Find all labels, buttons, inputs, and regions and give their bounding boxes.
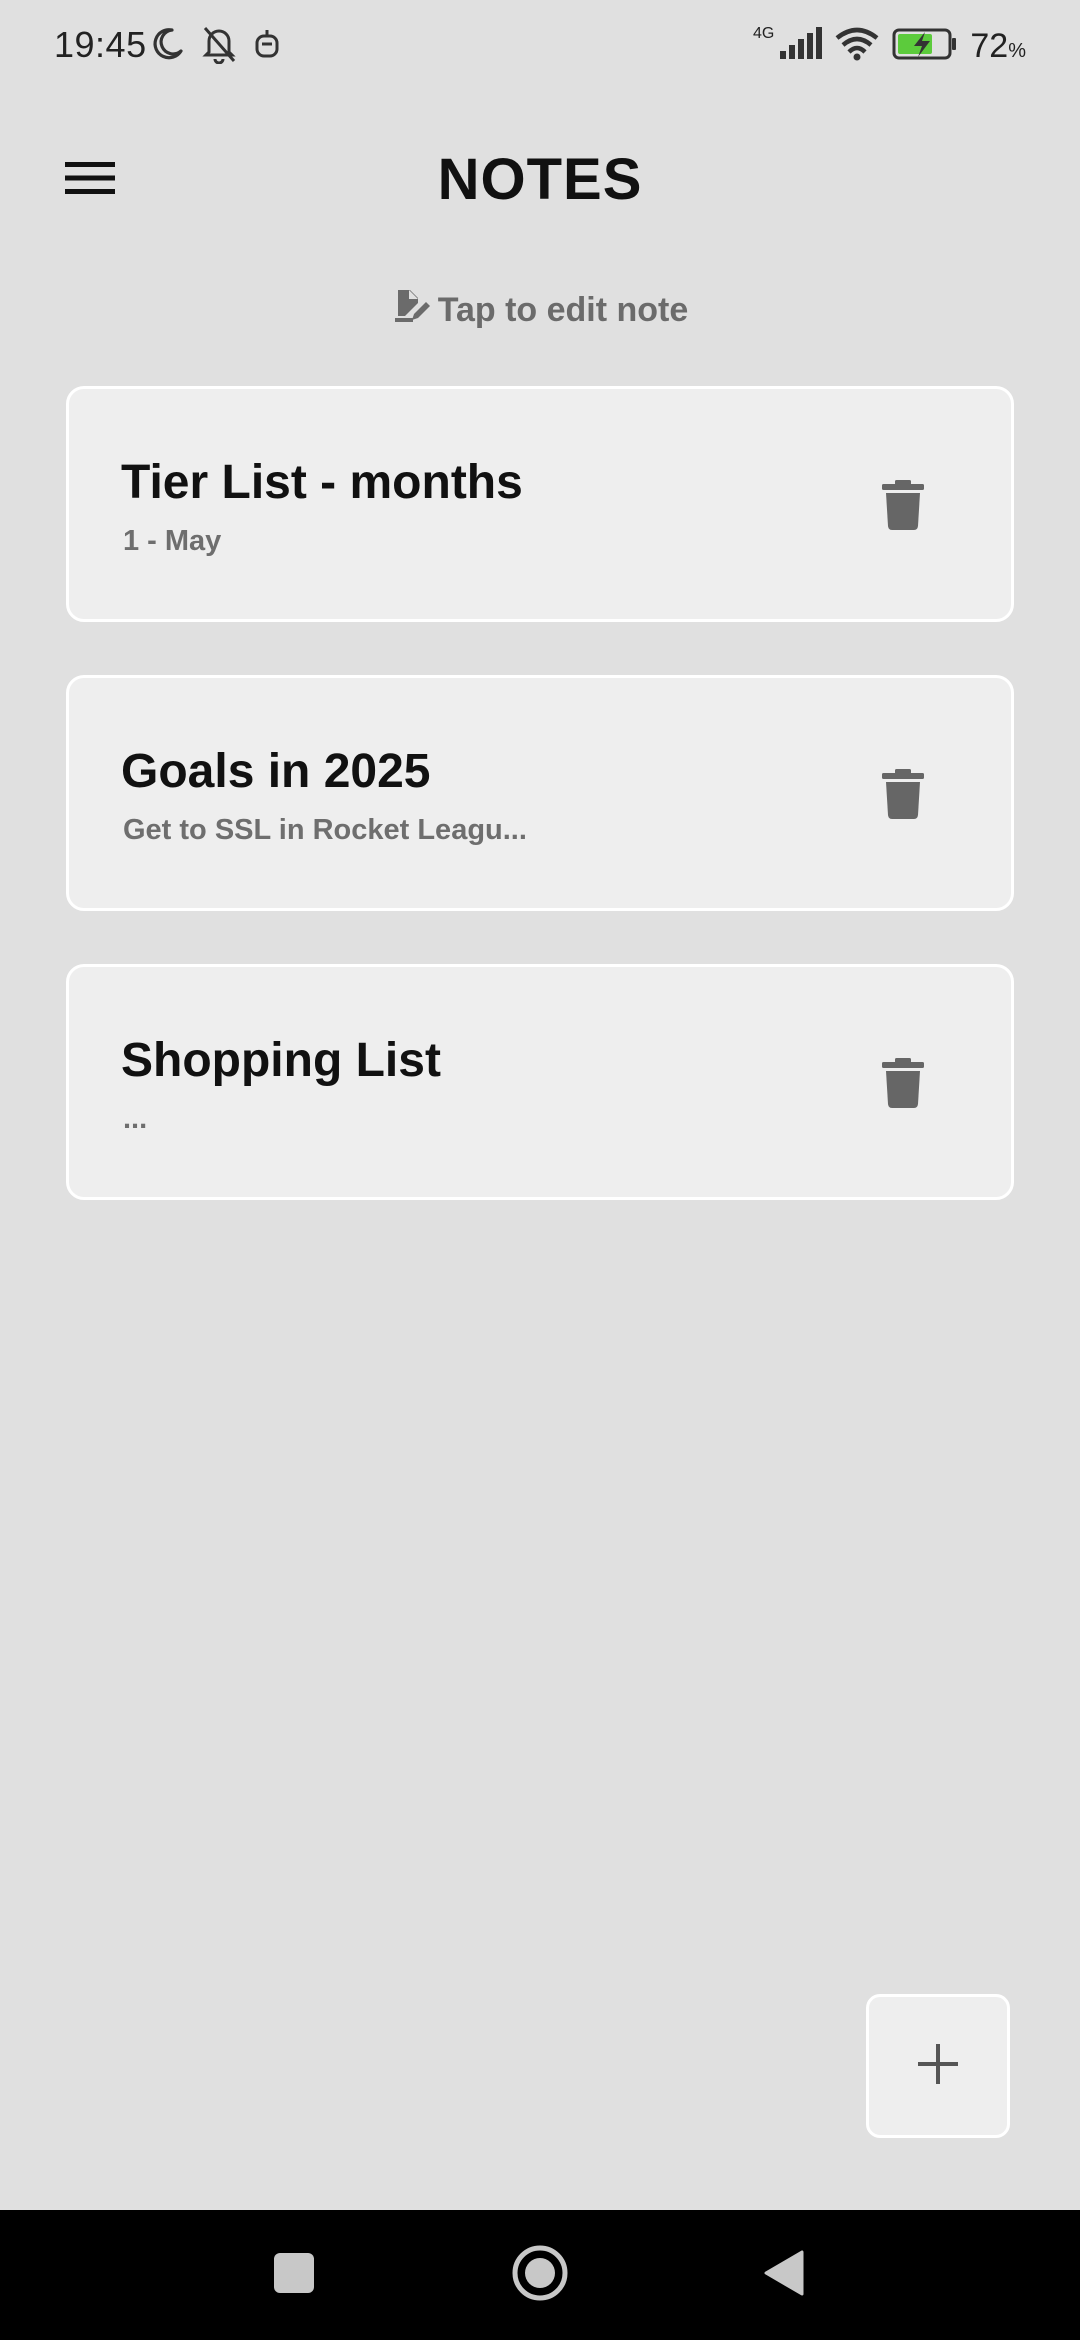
app-bar: NOTES	[0, 140, 1080, 220]
battery-value: 72	[970, 26, 1009, 65]
page-title: NOTES	[437, 147, 643, 212]
signal-icon	[778, 26, 823, 66]
trash-icon	[882, 768, 924, 824]
edit-hint: Tap to edit note	[0, 286, 1080, 335]
trash-icon	[882, 479, 924, 535]
recents-square-icon	[274, 2252, 314, 2298]
system-nav-bar	[0, 2210, 1080, 2340]
network-type: 4G	[753, 25, 775, 42]
back-triangle-icon	[764, 2250, 804, 2301]
note-preview: ...	[123, 1103, 148, 1135]
notes-list: Tier List - months 1 - May Goals in 2025…	[66, 386, 1014, 1253]
delete-note-button[interactable]	[875, 475, 931, 539]
bell-off-icon	[200, 24, 238, 69]
note-preview: Get to SSL in Rocket Leagu...	[123, 814, 527, 846]
note-preview: 1 - May	[123, 525, 222, 557]
note-card[interactable]: Goals in 2025 Get to SSL in Rocket Leagu…	[66, 675, 1014, 911]
home-circle-icon	[511, 2244, 569, 2307]
note-title: Tier List - months	[121, 456, 523, 509]
home-button[interactable]	[480, 2210, 600, 2340]
note-title: Shopping List	[121, 1034, 441, 1087]
note-card[interactable]: Tier List - months 1 - May	[66, 386, 1014, 622]
note-title: Goals in 2025	[121, 745, 431, 798]
status-right-icons: 4G 72%	[753, 22, 1026, 70]
status-left-icons	[148, 24, 282, 68]
delete-note-button[interactable]	[875, 764, 931, 828]
edit-hint-text: Tap to edit note	[437, 291, 689, 329]
back-button[interactable]	[724, 2210, 844, 2340]
delete-note-button[interactable]	[875, 1053, 931, 1117]
wifi-icon	[834, 27, 880, 66]
moon-icon	[148, 25, 186, 68]
battery-unit: %	[1008, 39, 1026, 62]
battery-charging-icon	[892, 27, 958, 66]
status-bar: 19:45 4G 72%	[0, 0, 1080, 92]
trash-icon	[882, 1057, 924, 1113]
add-note-button[interactable]	[866, 1994, 1010, 2138]
battery-level: 72%	[970, 27, 1026, 66]
note-card[interactable]: Shopping List ...	[66, 964, 1014, 1200]
status-time: 19:45	[54, 24, 147, 65]
plus-icon	[918, 2043, 958, 2089]
recents-button[interactable]	[234, 2210, 354, 2340]
edit-note-icon	[392, 286, 430, 335]
robot-icon	[252, 26, 282, 67]
